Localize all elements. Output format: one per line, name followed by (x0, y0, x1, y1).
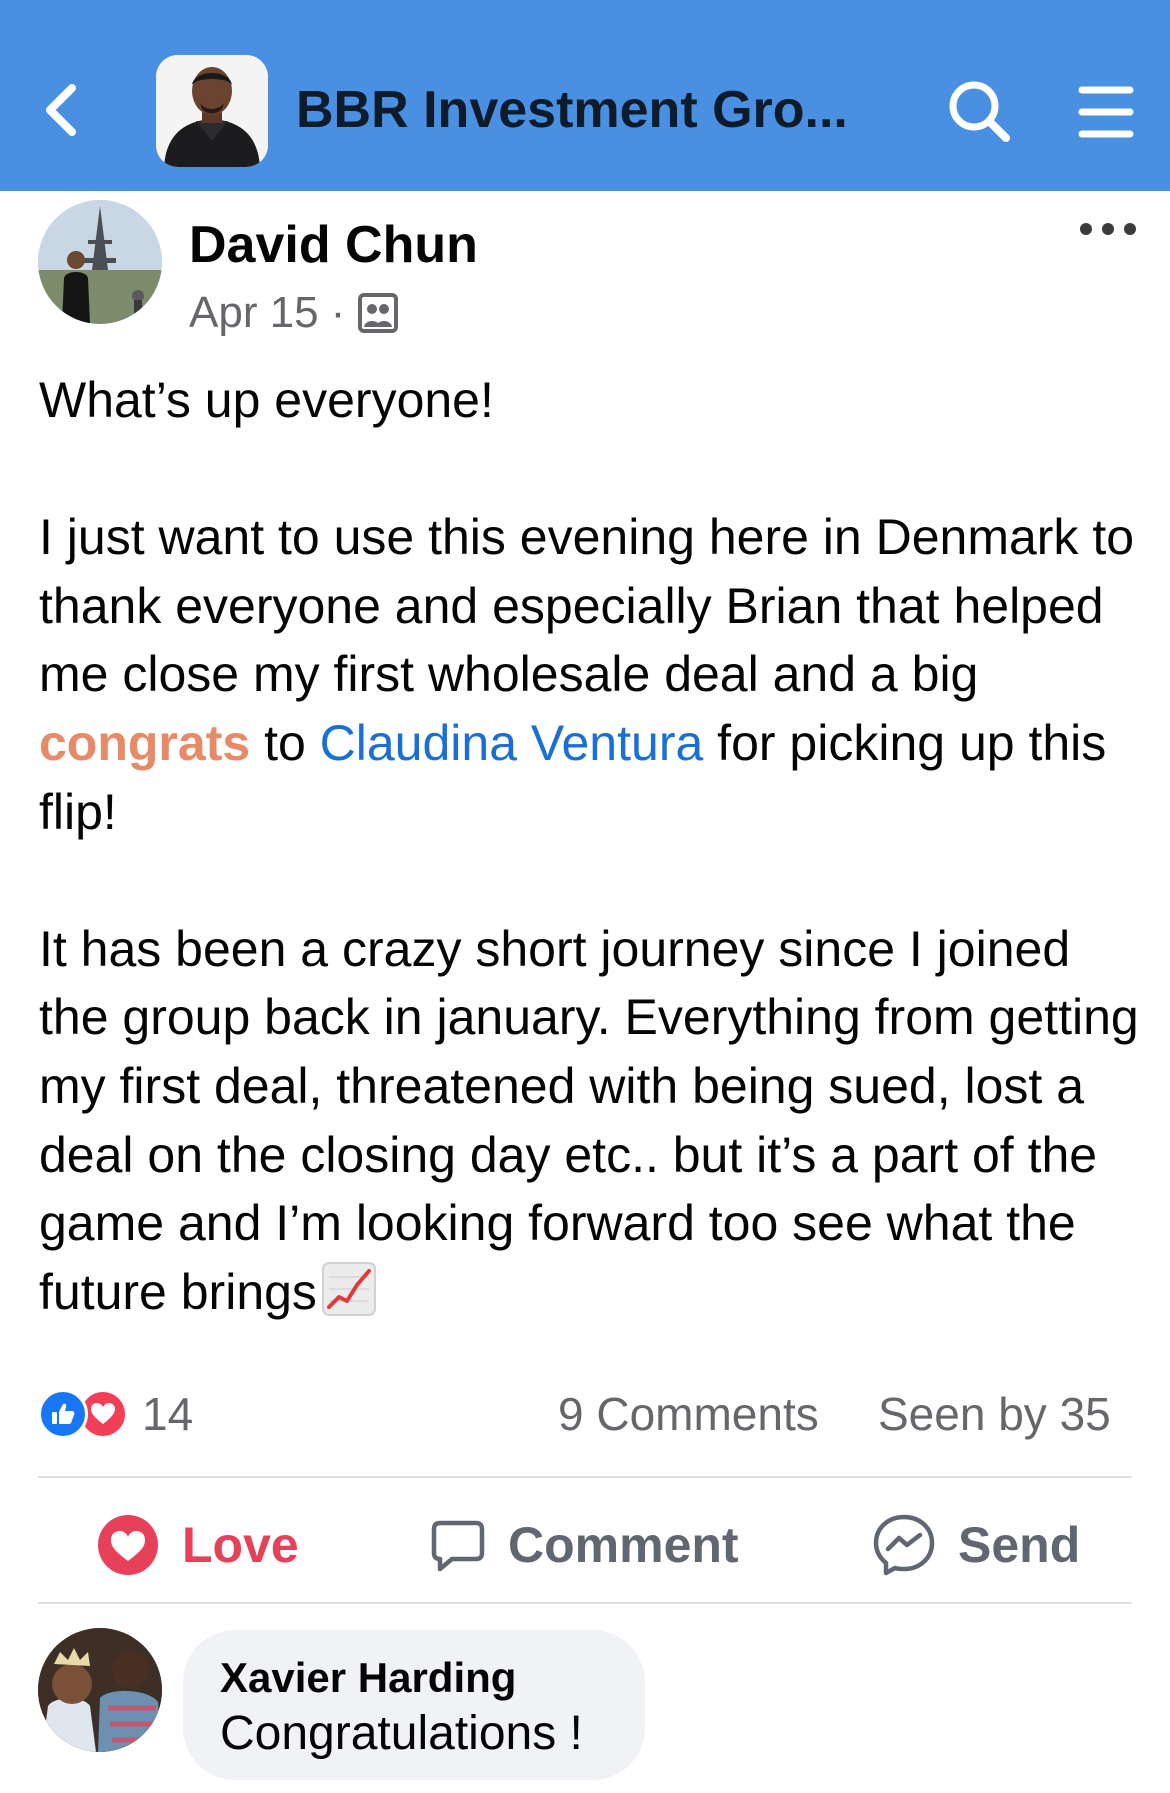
seen-by-link[interactable]: Seen by 35 (878, 1386, 1111, 1442)
search-icon (949, 81, 1010, 142)
author-avatar-image (38, 200, 162, 324)
meta-separator: · (330, 288, 346, 337)
comment-text: Congratulations ! (220, 1707, 583, 1760)
more-options-dot (1102, 223, 1114, 235)
send-label: Send (958, 1517, 1081, 1573)
love-icon (98, 1515, 158, 1575)
group-avatar-image (156, 55, 268, 167)
user-mention-link[interactable]: Claudina Ventura (320, 715, 704, 771)
hamburger-menu-icon (1078, 86, 1134, 138)
commenter-avatar-image (38, 1628, 162, 1752)
divider (38, 1476, 1132, 1478)
send-button[interactable]: Send (872, 1505, 1080, 1585)
author-name[interactable]: David Chun (189, 214, 478, 276)
love-label: Love (182, 1517, 299, 1573)
group-audience-icon (358, 293, 399, 333)
comments-count-link[interactable]: 9 Comments (558, 1386, 819, 1442)
like-reaction-icon (38, 1389, 88, 1439)
post-paragraph: It has been a crazy short journey since … (39, 915, 1149, 1327)
search-button[interactable] (944, 76, 1016, 148)
messenger-icon (873, 1514, 935, 1576)
love-button[interactable]: Love (96, 1505, 299, 1585)
comment-bubble[interactable]: Xavier Harding Congratulations ! (183, 1630, 645, 1780)
comment-bubble-icon (431, 1520, 485, 1572)
more-options-dot (1124, 223, 1136, 235)
reaction-count: 14 (142, 1388, 194, 1440)
commenter-name[interactable]: Xavier Harding (220, 1652, 645, 1704)
more-options-dot (1080, 223, 1092, 235)
chart-increasing-icon (321, 1261, 376, 1316)
group-avatar[interactable] (156, 55, 268, 167)
menu-button[interactable] (1076, 80, 1136, 144)
divider (38, 1602, 1132, 1604)
post-text: It has been a crazy short journey since … (39, 920, 1139, 1320)
commenter-avatar[interactable] (38, 1628, 162, 1752)
reactions-summary[interactable]: 14 (38, 1386, 193, 1442)
top-nav-bar: BBR Investment Gro... (0, 0, 1170, 191)
author-avatar[interactable] (38, 200, 162, 324)
post-text: I just want to use this evening here in … (39, 509, 1135, 703)
post-greeting: What’s up everyone! (39, 372, 494, 428)
post-paragraph: I just want to use this evening here in … (39, 503, 1149, 846)
chevron-left-icon (46, 84, 76, 136)
more-options-button[interactable] (1080, 214, 1136, 244)
comment-label: Comment (508, 1517, 739, 1573)
congrats-highlight: congrats (39, 714, 251, 771)
post-date[interactable]: Apr 15 (189, 286, 319, 340)
post-meta: Apr 15 · (189, 286, 399, 340)
back-button[interactable] (28, 70, 92, 150)
comment-button[interactable]: Comment (430, 1505, 739, 1585)
group-title[interactable]: BBR Investment Gro... (296, 78, 896, 142)
post-body: What’s up everyone! I just want to use t… (39, 366, 1149, 1326)
post-text: to (250, 714, 320, 771)
